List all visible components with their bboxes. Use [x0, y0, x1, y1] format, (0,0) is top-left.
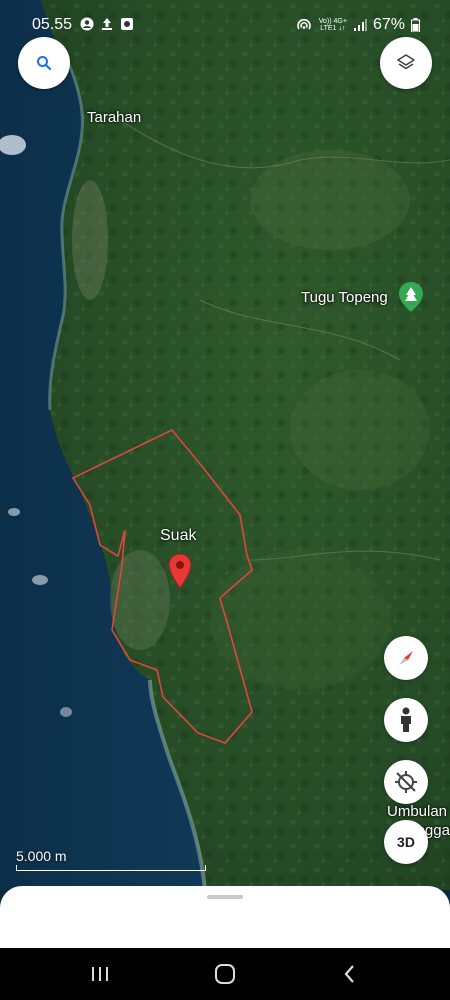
3d-button-label: 3D [397, 834, 415, 850]
sheet-drag-handle[interactable] [207, 895, 243, 899]
compass-button[interactable] [384, 636, 428, 680]
satellite-imagery [0, 0, 450, 890]
map-label-tarahan: Tarahan [87, 109, 142, 126]
3d-toggle-button[interactable]: 3D [384, 820, 428, 864]
signal-icon [353, 19, 367, 31]
status-time: 05.55 [32, 16, 73, 33]
home-icon [215, 964, 235, 984]
map-view[interactable]: Tarahan Tugu Topeng Suak Umbulan P...ngg… [0, 0, 450, 890]
map-label-tugu-topeng: Tugu Topeng [301, 289, 388, 306]
network-top-text: Vo)) 4G+ [318, 18, 347, 25]
street-view-button[interactable] [384, 698, 428, 742]
status-bar: 05.55 Vo)) 4G+ LTE1 ↓↑ 67% [0, 0, 450, 48]
network-type: Vo)) 4G+ LTE1 ↓↑ [319, 18, 347, 32]
upload-icon [102, 18, 112, 30]
scale-bar [16, 865, 206, 871]
location-pin-icon[interactable] [169, 554, 191, 588]
poi-marker-icon[interactable] [399, 282, 423, 312]
pegman-icon [401, 707, 411, 732]
my-location-button[interactable] [384, 760, 428, 804]
home-button[interactable] [205, 960, 245, 988]
layers-button[interactable] [380, 37, 432, 89]
bottom-sheet[interactable] [0, 886, 450, 948]
recents-icon [92, 967, 108, 981]
back-icon [344, 965, 354, 983]
status-system-icons: Vo)) 4G+ LTE1 ↓↑ 67% [295, 16, 420, 34]
hotspot-icon [296, 18, 311, 30]
app-notification-icon [121, 18, 133, 30]
layers-icon [397, 54, 415, 70]
compass-icon [399, 651, 413, 665]
battery-percent: 67% [372, 16, 405, 33]
network-bottom-text: LTE1 ↓↑ [320, 25, 346, 32]
search-icon [37, 56, 52, 71]
search-button[interactable] [18, 37, 70, 89]
battery-icon [411, 18, 420, 32]
location-off-icon [395, 771, 417, 793]
account-icon [80, 17, 94, 31]
back-button[interactable] [330, 960, 370, 988]
map-label-umbulan: Umbulan [387, 803, 448, 820]
recents-button[interactable] [80, 960, 120, 988]
system-nav-bar [0, 948, 450, 1000]
scale-label: 5.000 m [16, 848, 67, 864]
status-notification-icons [80, 17, 134, 31]
map-label-suak: Suak [160, 527, 197, 544]
